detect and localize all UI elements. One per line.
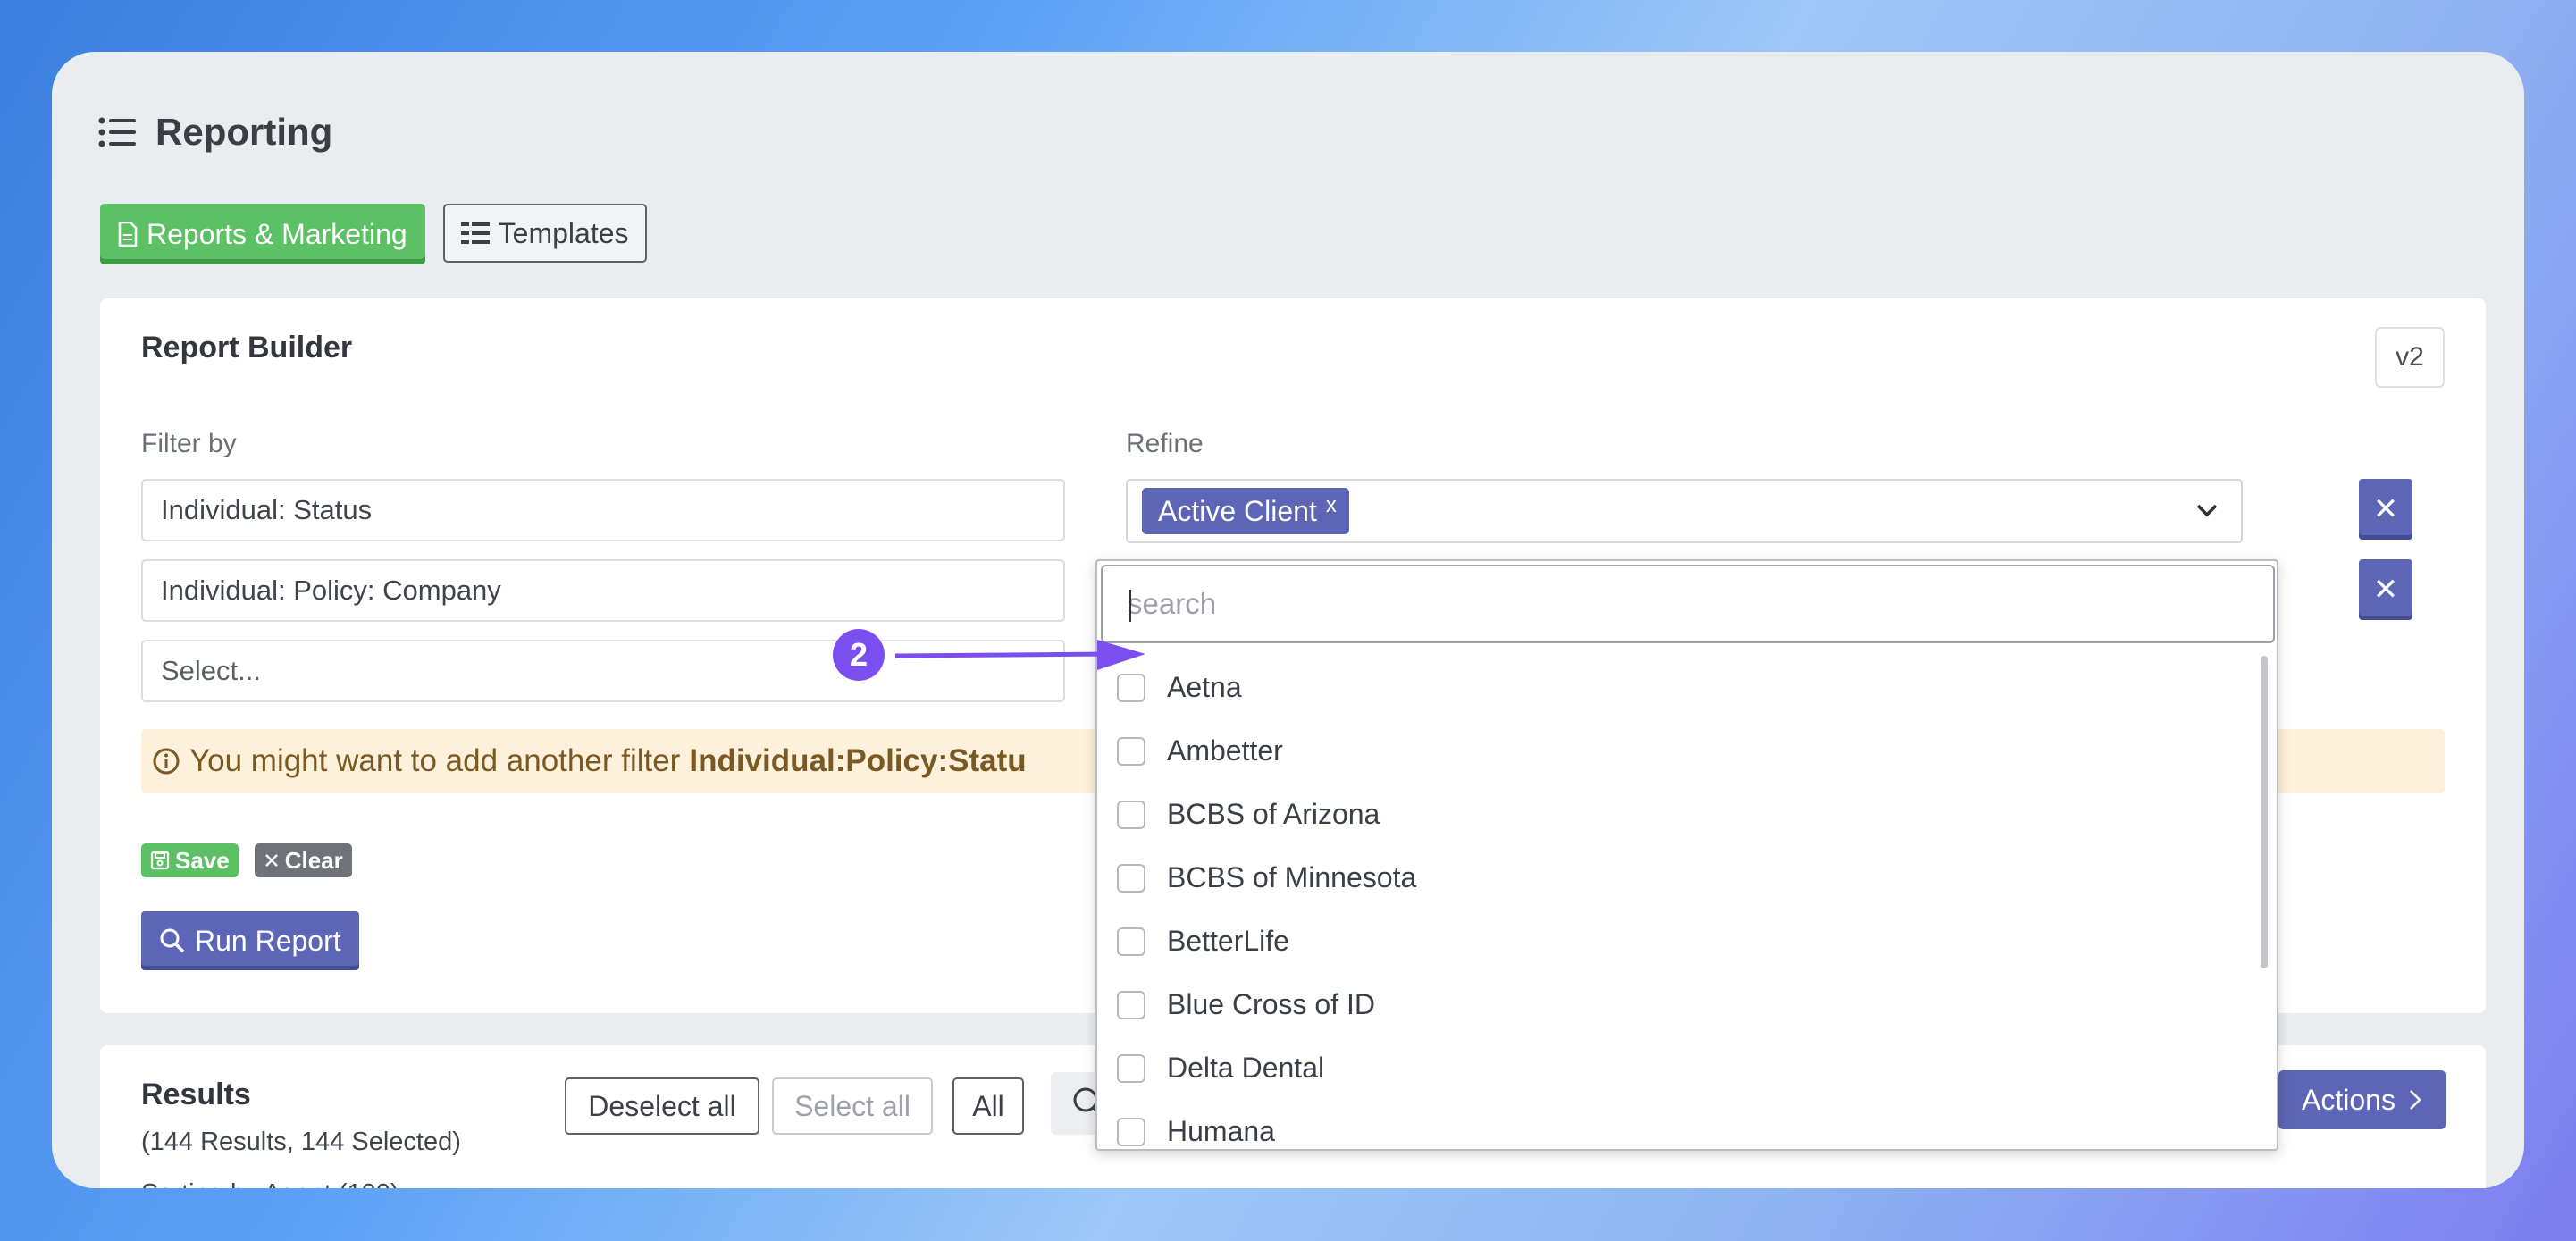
checkbox[interactable] (1117, 990, 1145, 1019)
checkbox[interactable] (1117, 1053, 1145, 1083)
dropdown-scrollbar[interactable] (2261, 656, 2268, 968)
company-option[interactable]: Blue Cross of ID (1097, 973, 2259, 1036)
option-label: BCBS of Minnesota (1167, 861, 1417, 893)
filter-by-label: Filter by (141, 429, 237, 458)
option-label: Blue Cross of ID (1167, 988, 1375, 1020)
reports-marketing-label: Reports & Marketing (147, 217, 407, 250)
company-option[interactable]: BCBS of Minnesota (1097, 846, 2259, 910)
save-label: Save (175, 846, 230, 874)
run-report-label: Run Report (195, 924, 341, 957)
chevron-down-icon[interactable] (2194, 500, 2219, 520)
company-option[interactable]: Humana (1097, 1100, 2259, 1149)
info-icon (153, 748, 180, 775)
save-icon (150, 851, 170, 870)
checkbox[interactable] (1117, 800, 1145, 829)
refine-select[interactable]: Active Client x (1126, 479, 2243, 543)
clear-button[interactable]: Clear (254, 843, 352, 877)
save-clear-group: Save Clear (141, 843, 352, 877)
refine-label: Refine (1126, 429, 1204, 458)
list-icon (98, 117, 136, 147)
remove-filter-button[interactable]: ✕ (2359, 559, 2412, 620)
actions-label: Actions (2302, 1083, 2396, 1116)
text-caret (1129, 590, 1131, 622)
dropdown-search-input[interactable]: search (1101, 565, 2275, 643)
select-all-button[interactable]: Select all (772, 1077, 933, 1135)
step-annotation-badge: 2 (833, 629, 885, 681)
report-builder-title: Report Builder (141, 331, 353, 365)
search-icon (160, 928, 185, 953)
checkbox[interactable] (1117, 736, 1145, 766)
checkbox[interactable] (1117, 1117, 1145, 1146)
app-window: Reporting Reports & Marketing Templates … (52, 52, 2524, 1188)
table-list-icon (460, 222, 490, 244)
active-client-chip: Active Client x (1142, 488, 1349, 534)
chevron-right-icon (2410, 1090, 2421, 1110)
checkbox[interactable] (1117, 673, 1145, 702)
run-report-button[interactable]: Run Report (141, 911, 359, 970)
option-label: Humana (1167, 1115, 1275, 1147)
option-label: Delta Dental (1167, 1052, 1325, 1084)
actions-button[interactable]: Actions (2278, 1070, 2446, 1129)
company-option[interactable]: BCBS of Arizona (1097, 783, 2259, 846)
filter-field-policy-company[interactable]: Individual: Policy: Company (141, 559, 1065, 622)
company-option[interactable]: Delta Dental (1097, 1036, 2259, 1100)
remove-filter-button[interactable]: ✕ (2359, 479, 2412, 540)
chip-remove-icon[interactable]: x (1326, 493, 1337, 518)
results-title: Results (141, 1077, 251, 1111)
all-filter-button[interactable]: All (952, 1077, 1024, 1135)
company-option[interactable]: BetterLife (1097, 910, 2259, 973)
option-label: BCBS of Arizona (1167, 798, 1380, 830)
company-option[interactable]: Ambetter (1097, 719, 2259, 783)
chip-label: Active Client (1158, 494, 1317, 527)
checkbox[interactable] (1117, 863, 1145, 893)
nav-buttons: Reports & Marketing Templates (100, 204, 647, 264)
annotation-arrow-icon (895, 640, 1145, 670)
close-icon (264, 854, 278, 867)
search-placeholder: search (1128, 587, 1217, 620)
company-dropdown: search Aetna Ambetter BCBS of Arizona BC… (1095, 559, 2278, 1151)
page-title: Reporting (155, 111, 333, 153)
clear-label: Clear (284, 846, 343, 874)
results-count: (144 Results, 144 Selected) (141, 1128, 461, 1156)
company-options-list: Aetna Ambetter BCBS of Arizona BCBS of M… (1097, 656, 2259, 1149)
company-option[interactable]: Aetna (1097, 656, 2259, 719)
templates-label: Templates (498, 216, 629, 249)
version-toggle-button[interactable]: v2 (2375, 327, 2445, 388)
document-icon (118, 222, 138, 247)
notice-filter-link[interactable]: Individual:Policy:Statu (689, 743, 1026, 779)
page-header: Reporting (98, 111, 332, 154)
save-button[interactable]: Save (141, 843, 239, 877)
option-label: Aetna (1167, 671, 1242, 703)
filter-field-status[interactable]: Individual: Status (141, 479, 1065, 541)
deselect-all-button[interactable]: Deselect all (565, 1077, 759, 1135)
templates-button[interactable]: Templates (442, 204, 647, 263)
option-label: BetterLife (1167, 925, 1289, 957)
option-label: Ambetter (1167, 734, 1283, 767)
checkbox[interactable] (1117, 927, 1145, 956)
reports-marketing-button[interactable]: Reports & Marketing (100, 204, 425, 264)
notice-text: You might want to add another filter (189, 743, 681, 778)
sorting-text: Sorting by Agent (100) (141, 1179, 399, 1188)
